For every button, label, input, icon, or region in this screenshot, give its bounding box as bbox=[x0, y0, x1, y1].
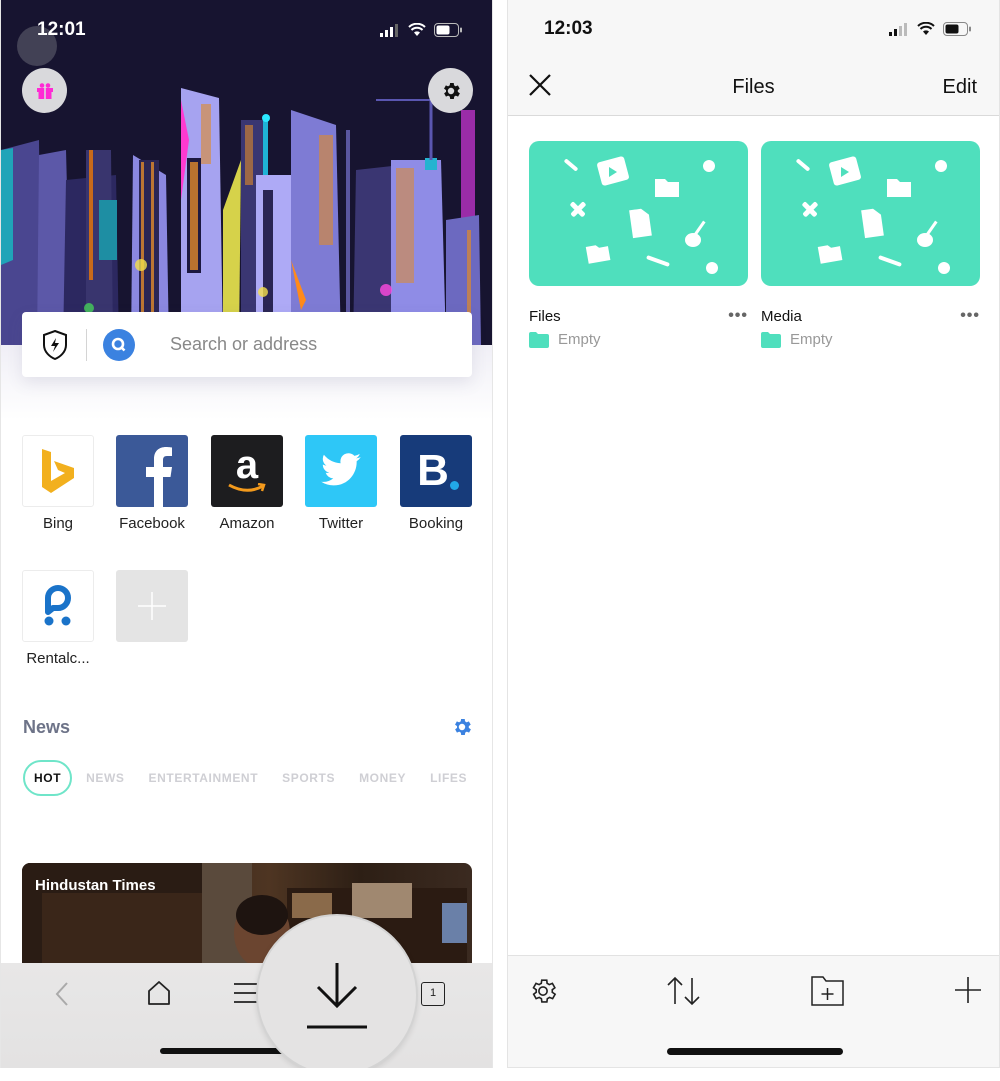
add-shortcut-button[interactable] bbox=[116, 570, 188, 642]
booking-logo: B bbox=[400, 435, 472, 507]
page-title: Files bbox=[732, 76, 775, 98]
files-screen: 12:03 Files Edit Files ••• Empty Media •… bbox=[507, 0, 1000, 1068]
wifi-icon bbox=[917, 22, 935, 35]
speed-dial-twitter[interactable]: Twitter bbox=[305, 435, 377, 532]
speed-dial-label: Rentalc... bbox=[26, 650, 90, 667]
plus-icon bbox=[116, 570, 188, 642]
folder-status: Empty bbox=[558, 331, 601, 348]
news-settings-button[interactable] bbox=[451, 716, 473, 743]
folder-icon bbox=[761, 331, 781, 348]
gear-icon bbox=[455, 719, 471, 735]
speed-dial-label: Facebook bbox=[119, 515, 185, 532]
new-folder-icon[interactable] bbox=[810, 976, 846, 1006]
tab-lifestyle[interactable]: LIFES bbox=[430, 771, 467, 785]
status-bar: 12:01 bbox=[37, 18, 462, 42]
folder-name: Files bbox=[529, 308, 561, 325]
tab-money[interactable]: MONEY bbox=[359, 771, 406, 785]
download-icon bbox=[307, 963, 367, 1029]
speed-dial-label: Booking bbox=[408, 515, 464, 532]
speed-dial-label: Amazon bbox=[219, 515, 275, 532]
search-input[interactable]: Search or address bbox=[170, 334, 317, 355]
folder-icon bbox=[529, 331, 549, 348]
more-options-button[interactable]: ••• bbox=[960, 307, 980, 325]
cellular-signal-icon bbox=[380, 23, 398, 37]
tabs-button[interactable]: 1 bbox=[421, 982, 445, 1006]
folder-card-media[interactable]: Media ••• Empty bbox=[761, 141, 980, 348]
tab-entertainment[interactable]: ENTERTAINMENT bbox=[149, 771, 259, 785]
news-source: Hindustan Times bbox=[35, 877, 156, 894]
browser-home-screen: 12:01 Search or address Bing Facebook a … bbox=[0, 0, 493, 1068]
media-pattern-illustration bbox=[796, 156, 950, 274]
status-time: 12:01 bbox=[37, 19, 86, 40]
city-skyline-header bbox=[1, 0, 492, 345]
settings-gear-icon[interactable] bbox=[528, 976, 558, 1006]
search-bar[interactable]: Search or address bbox=[22, 312, 472, 377]
status-time: 12:03 bbox=[544, 18, 593, 39]
folder-status: Empty bbox=[790, 331, 833, 348]
news-category-tabs: HOT NEWS ENTERTAINMENT SPORTS MONEY LIFE… bbox=[23, 760, 491, 796]
rentalcars-logo bbox=[22, 570, 94, 642]
cellular-signal-icon bbox=[889, 22, 907, 36]
home-indicator bbox=[667, 1048, 843, 1055]
gift-button[interactable] bbox=[22, 68, 67, 113]
sort-icon[interactable] bbox=[666, 976, 702, 1006]
back-icon[interactable] bbox=[54, 981, 70, 1007]
wifi-icon bbox=[408, 23, 426, 36]
tab-news[interactable]: NEWS bbox=[86, 771, 124, 785]
edit-button[interactable]: Edit bbox=[943, 76, 977, 99]
gift-icon bbox=[36, 82, 53, 99]
battery-icon bbox=[434, 23, 462, 37]
twitter-logo bbox=[305, 435, 377, 507]
folder-thumbnail bbox=[761, 141, 980, 286]
tab-hot[interactable]: HOT bbox=[23, 760, 73, 796]
facebook-logo bbox=[116, 435, 188, 507]
speed-dial-booking[interactable]: B Booking bbox=[400, 435, 472, 532]
add-icon[interactable] bbox=[954, 976, 982, 1004]
speed-dial-label: Twitter bbox=[318, 515, 364, 532]
folder-name: Media bbox=[761, 308, 802, 325]
download-button-highlight[interactable] bbox=[256, 914, 418, 1068]
search-divider bbox=[86, 328, 87, 361]
speed-dial-label: Bing bbox=[42, 515, 74, 532]
speed-dial-rentalcars[interactable]: Rentalc... bbox=[22, 570, 94, 667]
bing-logo bbox=[22, 435, 94, 507]
speed-dial-amazon[interactable]: a Amazon bbox=[211, 435, 283, 532]
settings-button[interactable] bbox=[428, 68, 473, 113]
news-section-title: News bbox=[23, 717, 71, 737]
folder-card-files[interactable]: Files ••• Empty bbox=[529, 141, 748, 348]
speed-dial-facebook[interactable]: Facebook bbox=[116, 435, 188, 532]
folder-thumbnail bbox=[529, 141, 748, 286]
search-icon bbox=[103, 328, 135, 361]
files-pattern-illustration bbox=[564, 156, 718, 274]
shield-lightning-icon[interactable] bbox=[42, 329, 68, 360]
amazon-logo: a bbox=[211, 435, 283, 507]
battery-icon bbox=[943, 22, 971, 36]
home-icon[interactable] bbox=[147, 980, 171, 1006]
city-illustration bbox=[1, 0, 492, 345]
files-header: 12:03 Files Edit bbox=[508, 0, 999, 116]
menu-icon[interactable] bbox=[234, 981, 258, 1005]
more-options-button[interactable]: ••• bbox=[728, 307, 748, 325]
speed-dial-bing[interactable]: Bing bbox=[22, 435, 94, 532]
tab-sports[interactable]: SPORTS bbox=[282, 771, 335, 785]
gear-icon bbox=[443, 82, 460, 99]
status-bar: 12:03 bbox=[544, 18, 971, 40]
